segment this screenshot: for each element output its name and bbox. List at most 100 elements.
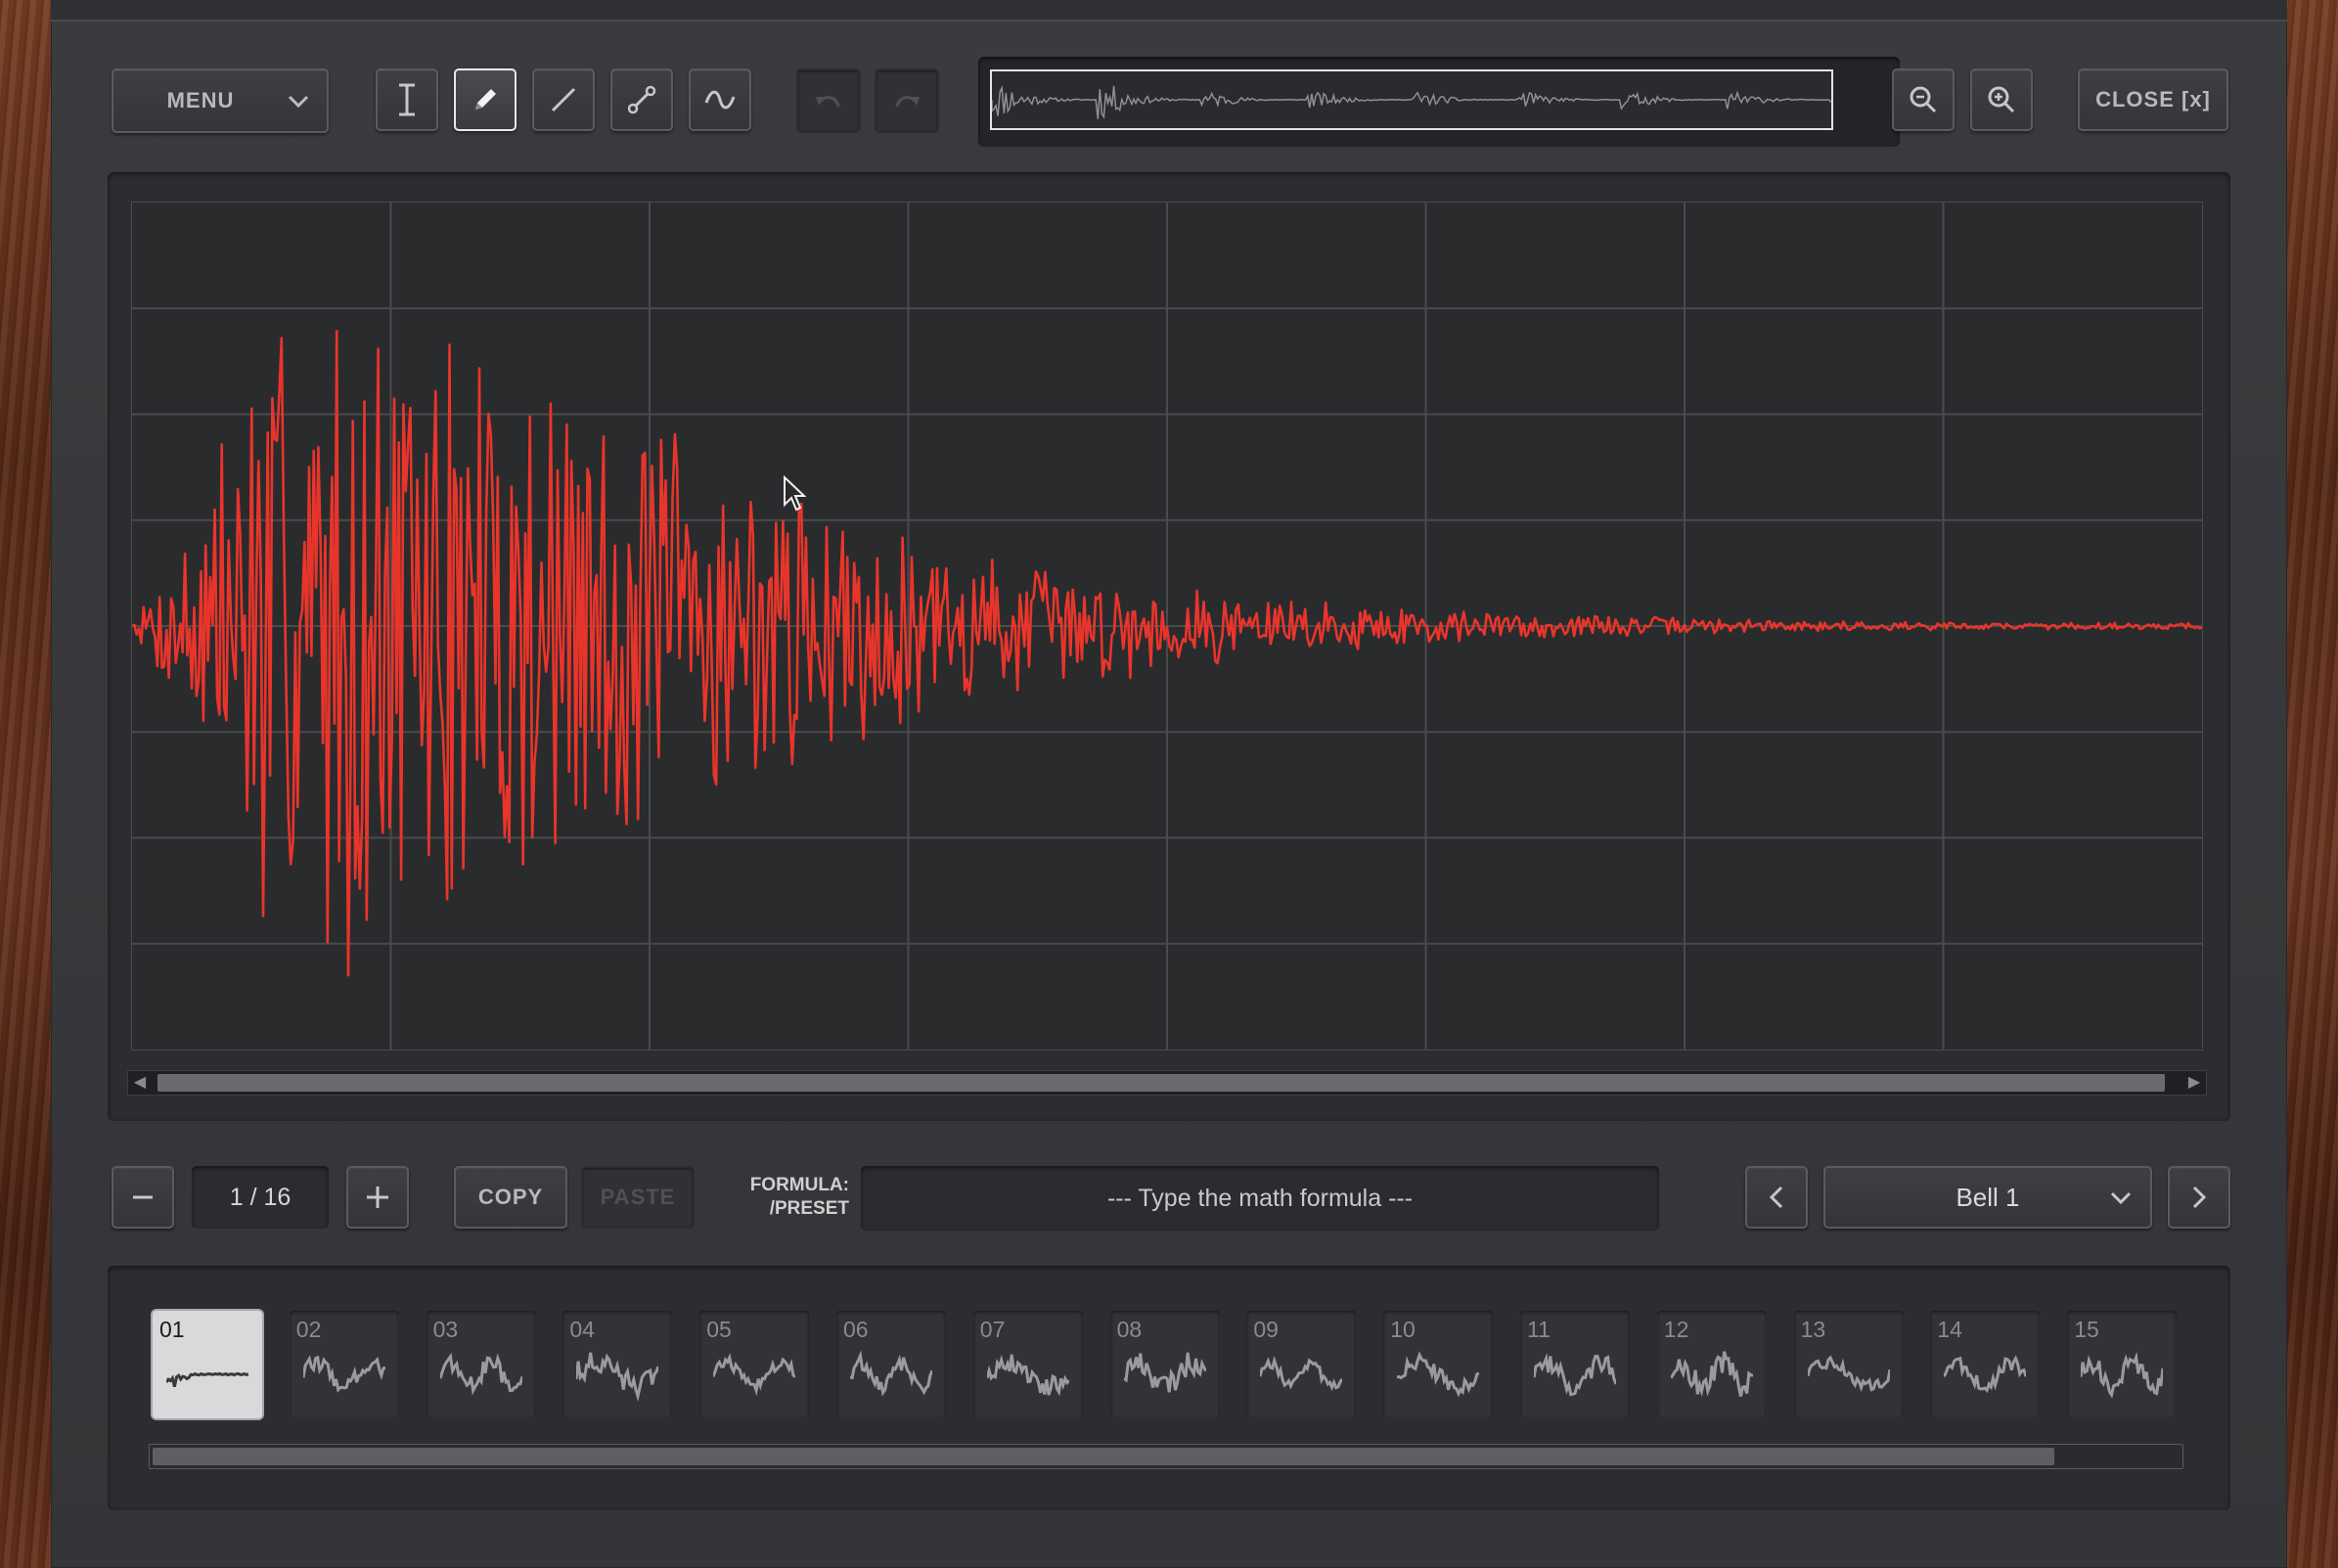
wavetable-slot-number: 14 xyxy=(1937,1317,1962,1342)
redo-button[interactable] xyxy=(875,68,939,133)
editor-horizontal-scrollbar[interactable]: ◀ ▶ xyxy=(127,1070,2207,1096)
wavetable-slot[interactable]: 09 xyxy=(1246,1311,1357,1418)
waveform-plot[interactable] xyxy=(132,202,2202,1050)
wavetable-scrollbar[interactable] xyxy=(149,1444,2183,1469)
wavetable-slot-wave xyxy=(576,1352,659,1403)
wavetable-slot-thumbnail xyxy=(986,1354,1069,1397)
wavetable-slot-wave xyxy=(850,1350,932,1397)
add-frame-button[interactable] xyxy=(346,1166,409,1229)
chevron-down-icon xyxy=(2110,1191,2132,1205)
wavetable-slot-number: 11 xyxy=(1527,1317,1551,1342)
wavetable-strip: 01 02 03 04 05 06 07 08 09 10 11 12 13 14 15 xyxy=(108,1266,2230,1510)
wavetable-slot-thumbnail xyxy=(1397,1351,1480,1398)
wavetable-slot-wave xyxy=(1123,1352,1206,1393)
wavetable-slot-wave xyxy=(302,1355,385,1393)
sine-icon xyxy=(704,90,736,110)
close-button[interactable]: CLOSE [x] xyxy=(2078,68,2228,131)
previous-preset-button[interactable] xyxy=(1745,1166,1808,1229)
wavetable-slot[interactable]: 12 xyxy=(1656,1311,1767,1418)
sine-tool-button[interactable] xyxy=(689,68,751,131)
wavetable-slot-wave xyxy=(713,1353,796,1397)
formula-label-line1: FORMULA: xyxy=(749,1175,849,1195)
wavetable-slot-number: 02 xyxy=(295,1317,322,1342)
wavetable-slot[interactable]: 04 xyxy=(562,1311,673,1418)
wavetable-slot-thumbnail xyxy=(2081,1351,2164,1399)
waveform-editor: ◀ ▶ xyxy=(108,172,2230,1121)
wavetable-slot[interactable]: 06 xyxy=(836,1311,946,1418)
copy-label: COPY xyxy=(477,1185,544,1209)
zoom-in-button[interactable] xyxy=(1970,68,2033,131)
wavetable-slot-wave xyxy=(439,1352,522,1396)
zoom-out-button[interactable] xyxy=(1892,68,1955,131)
line-icon xyxy=(551,87,576,112)
wavetable-slot-number: 05 xyxy=(706,1317,732,1342)
wavetable-slot-number: 07 xyxy=(979,1317,1006,1342)
wavetable-slot[interactable]: 15 xyxy=(2067,1311,2178,1418)
wavetable-slot[interactable]: 02 xyxy=(289,1311,399,1418)
paste-button[interactable]: PASTE xyxy=(581,1166,695,1229)
wavetable-slot-thumbnail xyxy=(1260,1356,1343,1392)
redo-icon xyxy=(895,96,920,108)
waveform-overview[interactable] xyxy=(978,57,1900,147)
waveform-canvas[interactable] xyxy=(131,202,2203,1051)
next-preset-button[interactable] xyxy=(2168,1166,2230,1229)
wavetable-slot-number: 12 xyxy=(1663,1317,1689,1342)
editor-scroll-thumb[interactable] xyxy=(157,1074,2165,1092)
wavetable-slot[interactable]: 13 xyxy=(1793,1311,1904,1418)
wavetable-slot-number: 08 xyxy=(1116,1317,1143,1342)
undo-button[interactable] xyxy=(796,68,861,133)
paste-label: PASTE xyxy=(600,1185,676,1209)
wavetable-slot[interactable]: 10 xyxy=(1383,1311,1494,1418)
wavetable-slot[interactable]: 11 xyxy=(1520,1311,1630,1418)
text-select-tool-button[interactable] xyxy=(376,68,438,131)
formula-input[interactable]: --- Type the math formula --- xyxy=(861,1166,1659,1231)
wavetable-slot-thumbnail xyxy=(1944,1355,2027,1394)
chevron-down-icon xyxy=(288,95,309,109)
wavetable-slot-thumbnail xyxy=(1807,1355,1890,1393)
wavetable-scroll-thumb[interactable] xyxy=(153,1448,2054,1465)
wavetable-slot[interactable]: 07 xyxy=(972,1311,1083,1418)
wavetable-slot[interactable]: 01 xyxy=(153,1311,262,1418)
wavetable-slot-thumbnail xyxy=(439,1352,522,1396)
pencil-tool-button[interactable] xyxy=(454,68,517,131)
overview-viewport[interactable] xyxy=(990,69,1833,130)
wavetable-slot-wave xyxy=(1534,1353,1616,1397)
formula-label-line2: /PRESET xyxy=(769,1198,849,1219)
wavetable-slot-number: 06 xyxy=(843,1317,869,1342)
scroll-left-arrow-icon[interactable]: ◀ xyxy=(130,1074,150,1092)
wavetable-slot-thumbnail xyxy=(1123,1352,1206,1393)
wavetable-slot[interactable]: 03 xyxy=(426,1311,536,1418)
wavetable-slot-number: 04 xyxy=(569,1317,595,1342)
menu-dropdown[interactable]: MENU xyxy=(112,68,329,133)
wood-side-panel-left xyxy=(0,0,59,1568)
copy-button[interactable]: COPY xyxy=(454,1166,567,1229)
node-curve-icon xyxy=(627,85,656,114)
formula-preset-label: FORMULA: /PRESET xyxy=(732,1174,849,1221)
remove-frame-button[interactable] xyxy=(112,1166,174,1229)
preset-dropdown[interactable]: Bell 1 xyxy=(1823,1166,2152,1229)
wavetable-slot[interactable]: 14 xyxy=(1930,1311,2041,1418)
wavetable-slot-wave xyxy=(1670,1351,1753,1398)
wavetable-editor-panel: MENU CLOSE [x] ◀ ▶ 1 / 16 COPY PASTE FOR… xyxy=(51,0,2287,1568)
top-border xyxy=(51,0,2287,22)
wavetable-slot-wave xyxy=(986,1354,1069,1397)
wavetable-slot-wave xyxy=(1944,1355,2027,1394)
wavetable-slot-wave xyxy=(1397,1351,1480,1398)
wavetable-slot-thumbnail xyxy=(1534,1353,1616,1397)
wavetable-slot-thumbnail xyxy=(576,1352,659,1403)
wavetable-slot-wave xyxy=(166,1371,248,1388)
zoom-in-icon xyxy=(1988,86,2015,113)
close-label: CLOSE [x] xyxy=(2095,87,2211,112)
wavetable-slot[interactable]: 08 xyxy=(1109,1311,1220,1418)
scroll-right-arrow-icon[interactable]: ▶ xyxy=(2184,1074,2204,1092)
wavetable-slot-thumbnail xyxy=(850,1350,932,1397)
wavetable-slot-thumbnail xyxy=(166,1371,248,1388)
overview-waveform xyxy=(992,84,1831,119)
preset-value: Bell 1 xyxy=(1956,1182,2020,1212)
wavetable-slot-thumbnail xyxy=(713,1353,796,1397)
chevron-left-icon xyxy=(1769,1186,1783,1209)
line-tool-button[interactable] xyxy=(532,68,595,131)
wavetable-slot[interactable]: 05 xyxy=(699,1311,810,1418)
curve-tool-button[interactable] xyxy=(610,68,673,131)
zoom-out-icon xyxy=(1910,86,1937,113)
